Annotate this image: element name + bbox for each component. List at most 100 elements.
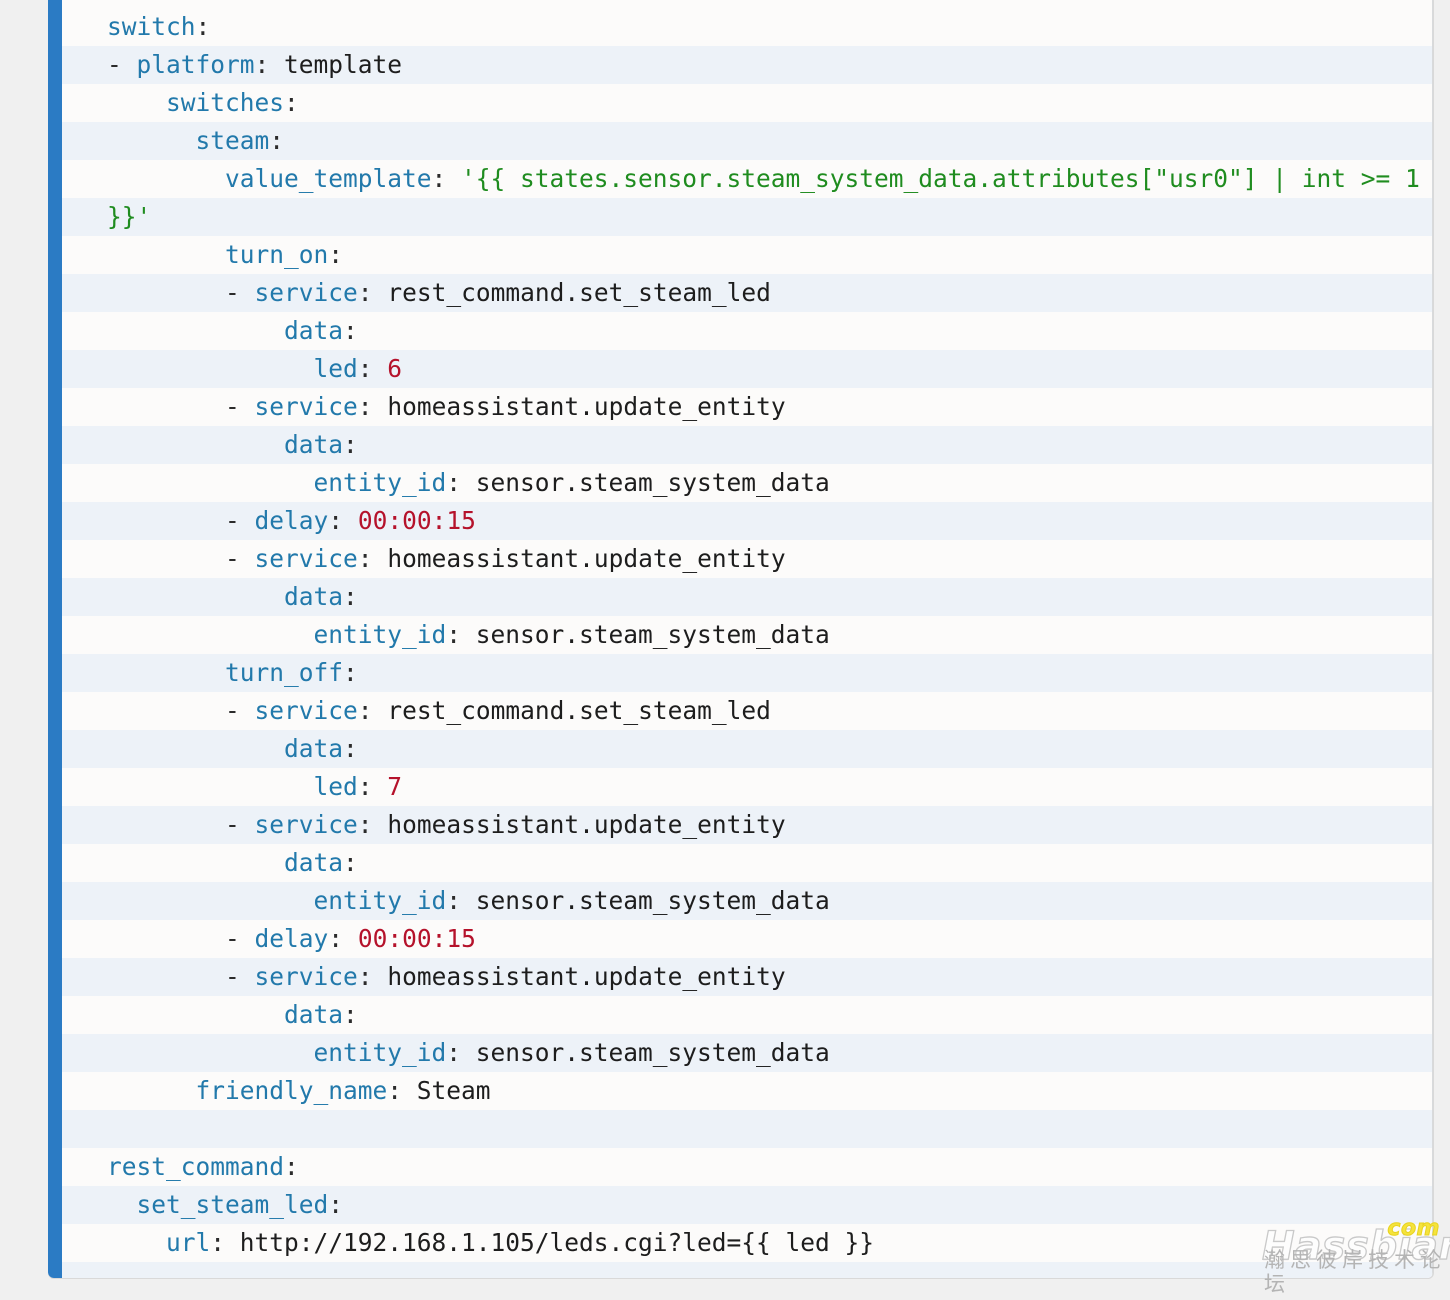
code-colon: :: [343, 658, 358, 687]
code-value: homeassistant.update_entity: [372, 962, 786, 991]
code-colon: :: [284, 1152, 299, 1181]
code-colon: :: [446, 620, 462, 649]
code-key: value_template: [225, 164, 432, 193]
code-key: data: [284, 316, 344, 345]
code-value: rest_command.set_steam_led: [372, 696, 771, 725]
code-block: switch: - platform: template switches: st…: [48, 0, 1433, 1278]
code-content[interactable]: switch: - platform: template switches: st…: [62, 0, 1432, 1262]
code-value: sensor.steam_system_data: [461, 468, 830, 497]
code-key: set_steam_led: [136, 1190, 329, 1219]
code-colon: :: [446, 1038, 462, 1067]
code-key: turn_off: [225, 658, 344, 687]
code-key: data: [284, 734, 344, 763]
code-line: turn_on:: [62, 236, 1432, 274]
code-list-dash: -: [225, 962, 255, 991]
code-colon: :: [195, 12, 211, 41]
code-colon: :: [343, 734, 358, 763]
code-key: data: [284, 1000, 344, 1029]
code-key: friendly_name: [195, 1076, 388, 1105]
code-line: url: http://192.168.1.105/leds.cgi?led={…: [62, 1224, 1432, 1262]
code-colon: :: [357, 392, 373, 421]
code-list-dash: -: [225, 278, 255, 307]
code-line: entity_id: sensor.steam_system_data: [62, 616, 1432, 654]
code-colon: :: [431, 164, 447, 193]
code-row-stripe: [62, 1262, 1432, 1278]
code-colon: :: [357, 278, 373, 307]
code-line: switch:: [62, 8, 1432, 46]
page-root: switch: - platform: template switches: st…: [0, 0, 1450, 1300]
code-colon: :: [269, 126, 285, 155]
code-list-dash: -: [225, 544, 255, 573]
code-key: platform: [136, 50, 255, 79]
code-key: steam: [195, 126, 270, 155]
code-line: led: 6: [62, 350, 1432, 388]
code-value: sensor.steam_system_data: [461, 1038, 830, 1067]
code-value: Steam: [402, 1076, 491, 1105]
code-key: data: [284, 430, 344, 459]
code-value: 00:00:15: [343, 924, 476, 953]
code-line: entity_id: sensor.steam_system_data: [62, 882, 1432, 920]
code-line: - delay: 00:00:15: [62, 502, 1432, 540]
code-line: - platform: template: [62, 46, 1432, 84]
code-colon: :: [328, 1190, 344, 1219]
code-line: - service: homeassistant.update_entity: [62, 540, 1432, 578]
code-colon: :: [254, 50, 270, 79]
code-line: - service: rest_command.set_steam_led: [62, 274, 1432, 312]
code-key: entity_id: [313, 468, 447, 497]
code-colon: :: [328, 506, 344, 535]
code-line: - service: homeassistant.update_entity: [62, 806, 1432, 844]
code-colon: :: [343, 582, 358, 611]
code-colon: :: [357, 772, 373, 801]
code-line: data:: [62, 578, 1432, 616]
code-line: data:: [62, 996, 1432, 1034]
code-line: - delay: 00:00:15: [62, 920, 1432, 958]
code-scroll-surface[interactable]: switch: - platform: template switches: st…: [62, 0, 1433, 1278]
code-line: switches:: [62, 84, 1432, 122]
code-key: switches: [166, 88, 285, 117]
code-colon: :: [446, 886, 462, 915]
code-value: homeassistant.update_entity: [372, 392, 786, 421]
code-colon: :: [357, 696, 373, 725]
code-key: turn_on: [225, 240, 329, 269]
code-list-dash: -: [225, 696, 255, 725]
code-colon: :: [357, 810, 373, 839]
code-line: rest_command:: [62, 1148, 1432, 1186]
code-value: sensor.steam_system_data: [461, 620, 830, 649]
code-key: service: [254, 810, 358, 839]
code-list-dash: -: [225, 810, 255, 839]
code-value: http://192.168.1.105/leds.cgi?led={{ led…: [225, 1228, 875, 1257]
code-value: homeassistant.update_entity: [372, 810, 786, 839]
code-key: entity_id: [313, 1038, 447, 1067]
code-key: service: [254, 278, 358, 307]
code-key: service: [254, 962, 358, 991]
code-line: - service: homeassistant.update_entity: [62, 958, 1432, 996]
code-colon: :: [328, 240, 344, 269]
code-list-dash: -: [107, 50, 137, 79]
code-key: data: [284, 582, 344, 611]
code-colon: :: [357, 544, 373, 573]
code-list-dash: -: [225, 392, 255, 421]
code-colon: :: [284, 88, 299, 117]
code-line: turn_off:: [62, 654, 1432, 692]
code-key: led: [313, 354, 358, 383]
code-key: delay: [254, 506, 329, 535]
code-value: 7: [372, 772, 403, 801]
